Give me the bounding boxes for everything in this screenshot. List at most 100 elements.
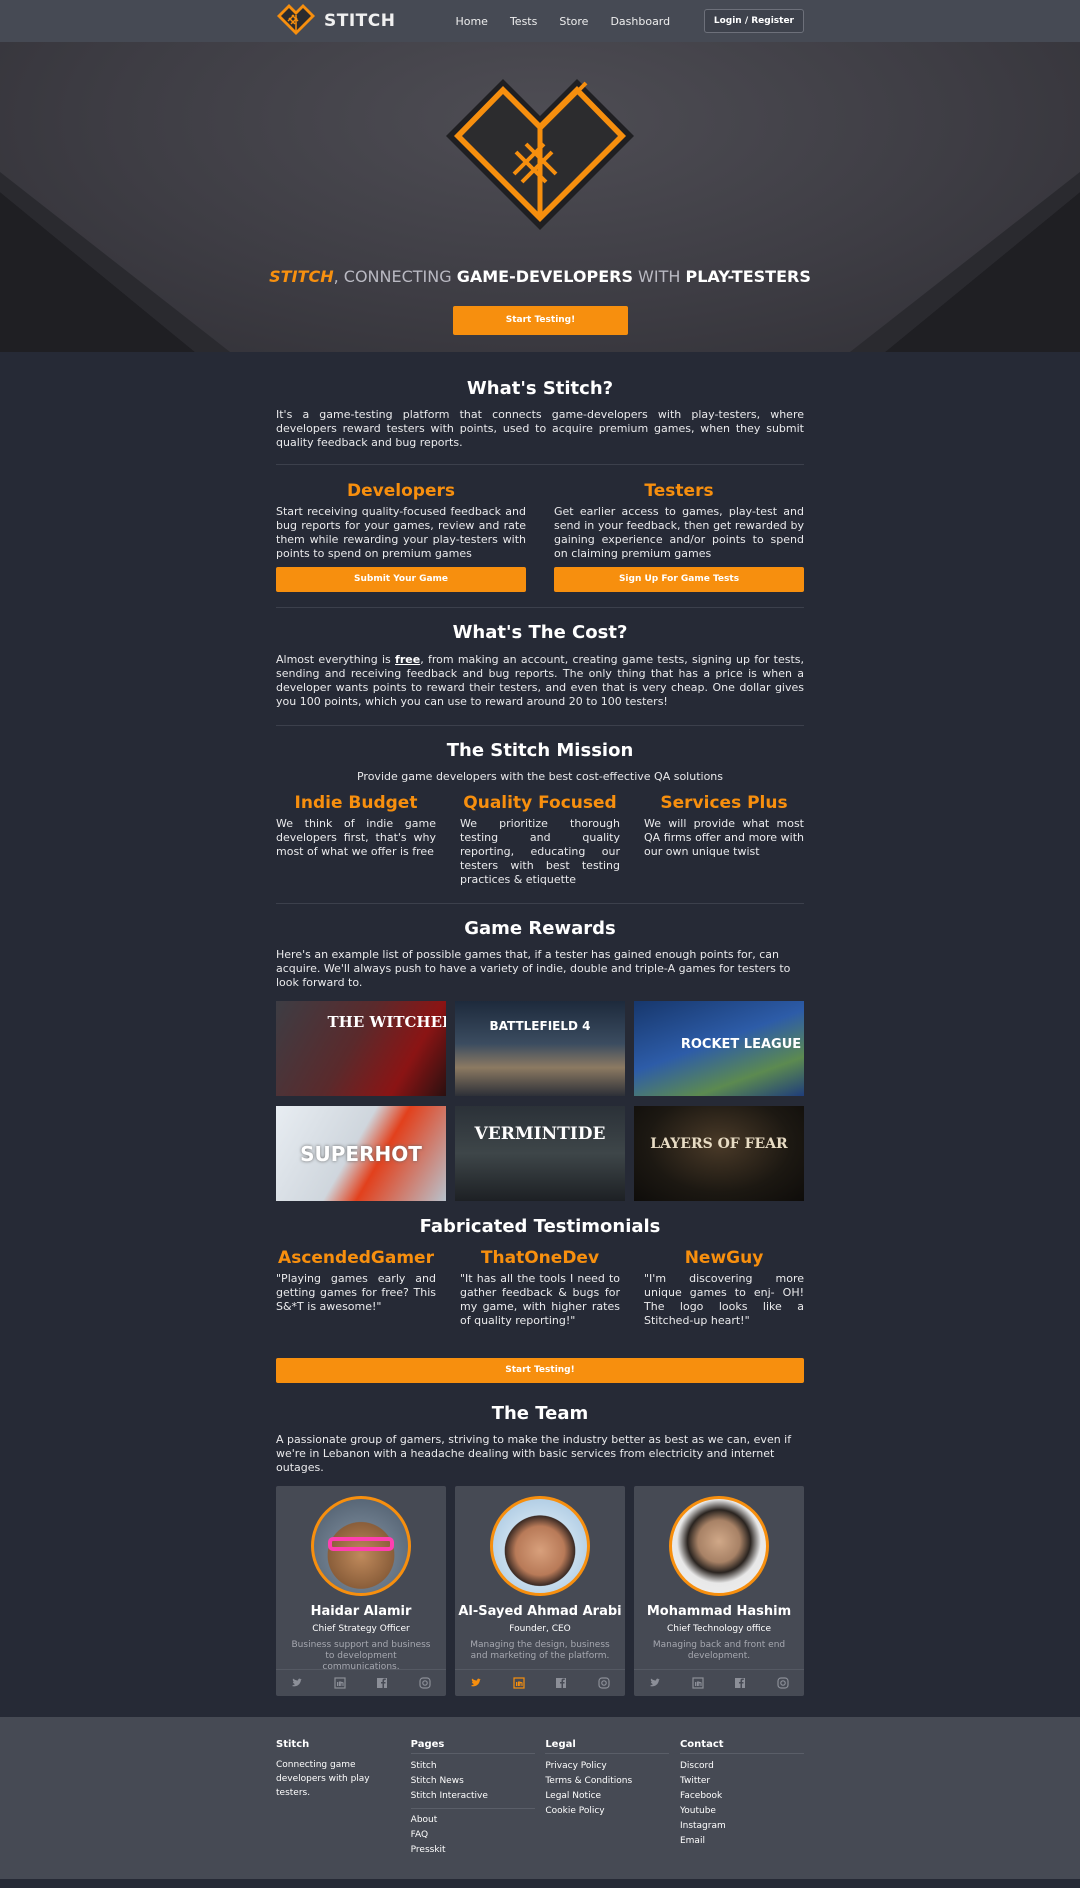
cost-free-highlight: free [395, 653, 421, 666]
nav-dashboard[interactable]: Dashboard [610, 15, 670, 28]
twitter-icon[interactable] [649, 1677, 661, 1689]
game-tile[interactable]: BATTLEFIELD 4 [455, 1001, 625, 1096]
cost-text-pre: Almost everything is [276, 653, 396, 666]
start-testing-button[interactable]: Start Testing! [276, 1358, 804, 1383]
nav-home[interactable]: Home [455, 15, 487, 28]
mission-item-body: We prioritize thorough testing and quali… [460, 817, 620, 886]
main-content: What's Stitch? It's a game-testing platf… [276, 378, 804, 1696]
linkedin-icon[interactable] [334, 1677, 346, 1689]
member-role: Founder, CEO [509, 1624, 571, 1634]
footer-link[interactable]: Discord [680, 1759, 804, 1774]
sign-up-game-tests-button[interactable]: Sign Up For Game Tests [554, 567, 804, 592]
testers-body: Get earlier access to games, play-test a… [554, 505, 804, 560]
stitch-heart-icon [277, 4, 315, 35]
tagline-stitch: STITCH [269, 267, 334, 286]
instagram-icon[interactable] [777, 1677, 789, 1689]
facebook-icon[interactable] [376, 1677, 388, 1689]
facebook-icon[interactable] [734, 1677, 746, 1689]
footer-legal-column: Legal Privacy Policy Terms & Conditions … [545, 1739, 670, 1858]
footer-link[interactable]: Email [680, 1834, 804, 1849]
tagline-testers: PLAY-TESTERS [685, 267, 811, 286]
game-tile[interactable]: THE WITCHER [276, 1001, 446, 1096]
footer-link[interactable]: Instagram [680, 1819, 804, 1834]
hero-tagline: STITCH, CONNECTING GAME-DEVELOPERS WITH … [0, 267, 1080, 286]
avatar [311, 1496, 411, 1596]
twitter-icon[interactable] [470, 1677, 482, 1689]
social-links [634, 1669, 804, 1696]
nav-tests[interactable]: Tests [510, 15, 537, 28]
footer-link[interactable]: Youtube [680, 1804, 804, 1819]
footer-stitch-column: Stitch Connecting game developers with p… [276, 1739, 400, 1858]
logo[interactable]: STITCH [276, 3, 395, 39]
game-title: ROCKET LEAGUE [680, 1037, 802, 1052]
hero-heart-logo [446, 79, 634, 230]
game-title: LAYERS OF FEAR [650, 1136, 788, 1152]
mission-item: Indie Budget We think of indie game deve… [276, 793, 436, 887]
mission-item-title: Indie Budget [294, 793, 418, 813]
avatar [490, 1496, 590, 1596]
nav-store[interactable]: Store [559, 15, 588, 28]
avatar [669, 1496, 769, 1596]
testers-column: Testers Get earlier access to games, pla… [554, 481, 804, 592]
cost-title: What's The Cost? [452, 622, 628, 643]
testimonial-quote: "I'm discovering more unique games to en… [644, 1272, 804, 1327]
hero-banner: STITCH, CONNECTING GAME-DEVELOPERS WITH … [0, 42, 1080, 352]
game-tile[interactable]: SUPERHOT [276, 1106, 446, 1201]
rewards-title: Game Rewards [464, 918, 616, 939]
member-name: Al-Sayed Ahmad Arabi [458, 1604, 622, 1619]
testimonial-name: AscendedGamer [278, 1248, 434, 1268]
footer-link[interactable]: Stitch Interactive [411, 1789, 535, 1804]
login-register-button[interactable]: Login / Register [703, 9, 804, 33]
instagram-icon[interactable] [598, 1677, 610, 1689]
whats-stitch-title: What's Stitch? [466, 378, 614, 399]
mission-title: The Stitch Mission [446, 740, 634, 761]
submit-your-game-button[interactable]: Submit Your Game [276, 567, 526, 592]
member-role: Chief Technology office [666, 1624, 772, 1634]
testimonial-quote: "It has all the tools I need to gather f… [460, 1272, 620, 1327]
testers-title: Testers [644, 481, 714, 501]
developers-column: Developers Start receiving quality-focus… [276, 481, 526, 592]
mission-item-title: Services Plus [660, 793, 788, 813]
footer-link[interactable]: Twitter [680, 1774, 804, 1789]
footer-link[interactable]: Facebook [680, 1789, 804, 1804]
game-tile[interactable]: LAYERS OF FEAR [634, 1106, 804, 1201]
testimonial-name: ThatOneDev [480, 1248, 600, 1268]
footer-link[interactable]: Privacy Policy [545, 1759, 669, 1774]
social-links [276, 1669, 446, 1696]
footer-link[interactable]: Stitch News [411, 1774, 535, 1789]
cost-body: Almost everything is free, from making a… [276, 653, 804, 709]
footer-heading: Contact [679, 1739, 804, 1754]
team-cards: Haidar Alamir Chief Strategy Officer Bus… [276, 1486, 804, 1696]
game-tile[interactable]: ROCKET LEAGUE [634, 1001, 804, 1096]
member-description: Managing the design, business and market… [470, 1640, 610, 1661]
linkedin-icon[interactable] [692, 1677, 704, 1689]
footer-link[interactable]: FAQ [411, 1828, 535, 1843]
member-role: Chief Strategy Officer [312, 1624, 410, 1634]
divider [276, 607, 804, 608]
footer-link[interactable]: Stitch [411, 1759, 535, 1774]
brand-name: STITCH [324, 11, 396, 31]
team-card: Haidar Alamir Chief Strategy Officer Bus… [276, 1486, 446, 1696]
testimonial: NewGuy "I'm discovering more unique game… [644, 1248, 804, 1328]
testimonial-name: NewGuy [684, 1248, 764, 1268]
team-title: The Team [491, 1403, 589, 1424]
footer-divider [410, 1808, 535, 1809]
footer-link[interactable]: Legal Notice [545, 1789, 669, 1804]
testimonial: AscendedGamer "Playing games early and g… [276, 1248, 436, 1328]
social-links [455, 1669, 625, 1696]
game-title: VERMINTIDE [474, 1124, 606, 1144]
twitter-icon[interactable] [291, 1677, 303, 1689]
facebook-icon[interactable] [555, 1677, 567, 1689]
divider [276, 903, 804, 904]
linkedin-icon[interactable] [513, 1677, 525, 1689]
hero-start-testing-button[interactable]: Start Testing! [453, 306, 628, 335]
game-tile[interactable]: VERMINTIDE [455, 1106, 625, 1201]
footer-link[interactable]: Cookie Policy [545, 1804, 669, 1819]
footer-link[interactable]: About [411, 1813, 535, 1828]
footer-heading: Legal [545, 1739, 670, 1754]
member-name: Haidar Alamir [310, 1604, 412, 1619]
instagram-icon[interactable] [419, 1677, 431, 1689]
mission-columns: Indie Budget We think of indie game deve… [276, 793, 804, 887]
footer-link[interactable]: Presskit [411, 1843, 535, 1858]
footer-link[interactable]: Terms & Conditions [545, 1774, 669, 1789]
